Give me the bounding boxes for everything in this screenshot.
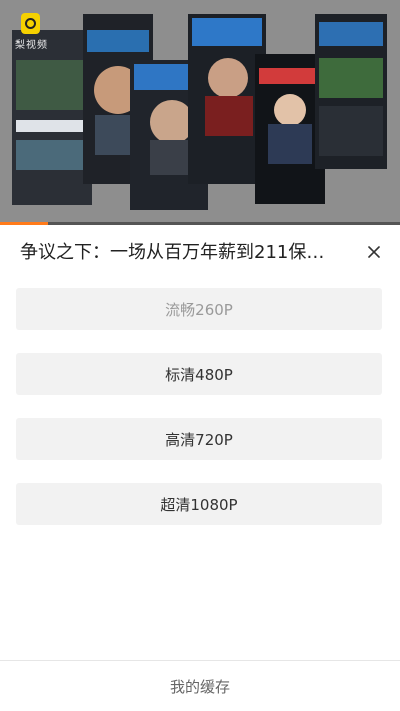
quality-1080p-button[interactable]: 超清1080P [16, 483, 382, 525]
close-button[interactable] [360, 238, 388, 266]
logo-text: 梨视频 [15, 40, 48, 51]
video-preview[interactable]: 梨视频 [0, 0, 400, 225]
video-progress-fill [0, 222, 48, 225]
video-progress-bar[interactable] [0, 222, 400, 225]
video-title: 争议之下：一场从百万年薪到211保… [20, 242, 325, 263]
video-thumbnail-collage [0, 0, 400, 225]
pear-video-logo [21, 13, 40, 34]
quality-260p-button[interactable]: 流畅260P [16, 288, 382, 330]
logo-mark-icon [25, 18, 36, 29]
quality-option-list: 流畅260P 标清480P 高清720P 超清1080P [16, 288, 382, 548]
my-cache-button[interactable]: 我的缓存 [0, 661, 400, 711]
quality-480p-button[interactable]: 标清480P [16, 353, 382, 395]
close-icon [368, 246, 380, 258]
quality-720p-button[interactable]: 高清720P [16, 418, 382, 460]
